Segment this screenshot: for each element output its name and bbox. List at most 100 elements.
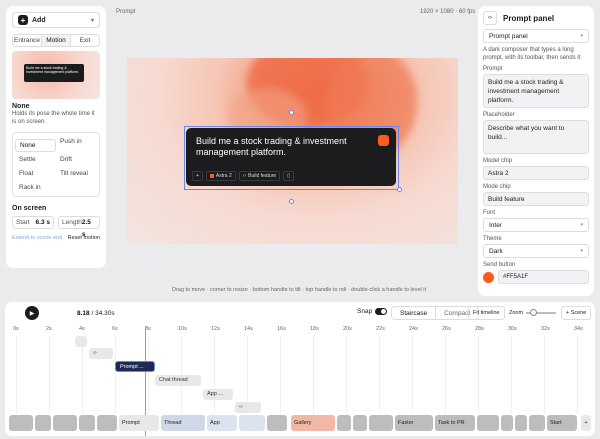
send-button[interactable] bbox=[378, 135, 389, 146]
ruler-tick: 34s bbox=[574, 326, 583, 332]
send-color-input[interactable]: #FF5A1F bbox=[498, 270, 589, 284]
tab-entrance[interactable]: Entrance bbox=[13, 35, 41, 46]
mode-chip[interactable]: ‹› Build feature bbox=[238, 171, 281, 181]
grid-line bbox=[49, 336, 50, 414]
add-scene-plus-icon[interactable]: + bbox=[581, 415, 591, 431]
scene-thumb[interactable] bbox=[79, 415, 95, 431]
scene-app[interactable]: App bbox=[207, 415, 237, 431]
ruler-tick: 28s bbox=[475, 326, 484, 332]
zoom-knob[interactable] bbox=[530, 309, 538, 316]
length-value: 2.5 s bbox=[81, 219, 91, 238]
theme-select[interactable]: Dark ▾ bbox=[483, 244, 589, 258]
extend-link[interactable]: Extend to scene end bbox=[12, 235, 62, 241]
play-button[interactable]: ▶ bbox=[25, 306, 39, 320]
reset-motion-link[interactable]: Reset motion bbox=[68, 235, 100, 241]
model-chip-field-label: Model chip bbox=[483, 158, 513, 164]
type-description: A dark composer that types a long prompt… bbox=[483, 47, 581, 61]
type-select[interactable]: Prompt panel ▾ bbox=[483, 29, 589, 43]
scene-thumb[interactable] bbox=[97, 415, 117, 431]
add-button[interactable]: + Add ▾ bbox=[12, 12, 100, 28]
scene-thumb[interactable] bbox=[337, 415, 351, 431]
clip-chat-label: Chat thread bbox=[159, 377, 188, 383]
timeline-clip[interactable]: ‹› bbox=[235, 402, 261, 413]
color-swatch[interactable] bbox=[483, 271, 494, 283]
tilt-handle[interactable] bbox=[289, 199, 294, 204]
scene-task-to-pr[interactable]: Task to PR bbox=[435, 415, 475, 431]
option-push-in[interactable]: Push in bbox=[56, 135, 97, 148]
option-tilt-reveal[interactable]: Tilt reveal bbox=[56, 167, 97, 180]
mode-staircase[interactable]: Staircase bbox=[392, 307, 437, 319]
grid-line bbox=[379, 336, 380, 414]
length-field[interactable]: Length 2.5 s bbox=[58, 216, 100, 238]
on-screen-heading: On screen bbox=[12, 205, 47, 212]
scene-thread[interactable]: Thread bbox=[161, 415, 205, 431]
scene-thumb[interactable] bbox=[515, 415, 527, 431]
scene-start[interactable]: Start bbox=[547, 415, 577, 431]
prompt-textarea[interactable]: Build me a stock trading & investment ma… bbox=[483, 74, 589, 108]
placeholder-label: Placeholder bbox=[483, 112, 515, 118]
time-ruler[interactable]: 0s 2s 4s 6s 8s 10s 12s 14s 16s 18s 20s 22s 24s 26s 28s… bbox=[5, 324, 595, 336]
code-icon: ‹› bbox=[242, 172, 247, 179]
add-scene-button[interactable]: + Scene bbox=[561, 306, 592, 320]
clip-chat-thread[interactable]: Chat thread bbox=[155, 375, 201, 386]
scene-thumb[interactable] bbox=[529, 415, 545, 431]
toggle-switch[interactable] bbox=[375, 308, 388, 315]
resize-handle[interactable] bbox=[397, 187, 402, 192]
scene-thumb[interactable] bbox=[501, 415, 513, 431]
scene-thumb[interactable] bbox=[477, 415, 499, 431]
option-settle[interactable]: Settle bbox=[15, 153, 56, 166]
ruler-tick: 12s bbox=[211, 326, 220, 332]
mode-chip-field-label: Mode chip bbox=[483, 184, 511, 190]
zoom-slider[interactable] bbox=[526, 309, 557, 316]
scene-thumb[interactable] bbox=[35, 415, 51, 431]
option-none[interactable]: None bbox=[15, 139, 56, 152]
roll-handle[interactable] bbox=[289, 110, 294, 115]
option-drift[interactable]: Drift bbox=[56, 153, 97, 166]
plus-icon[interactable]: + bbox=[192, 171, 203, 181]
composer-text: Build me a stock trading & investment ma… bbox=[196, 136, 347, 157]
ruler-tick: 10s bbox=[178, 326, 187, 332]
ruler-tick: 0s bbox=[13, 326, 19, 332]
scene-faster[interactable]: Faster bbox=[395, 415, 433, 431]
scene-thumb[interactable] bbox=[369, 415, 393, 431]
scene-thumb[interactable] bbox=[239, 415, 265, 431]
font-select[interactable]: Inter ▾ bbox=[483, 218, 589, 232]
chevron-down-icon: ▾ bbox=[580, 222, 583, 228]
chevron-down-icon: ▾ bbox=[580, 248, 583, 254]
selected-motion-desc: Holds its pose the whole time it is on s… bbox=[12, 111, 95, 125]
option-float[interactable]: Float bbox=[15, 167, 56, 180]
grid-line bbox=[214, 336, 215, 414]
prompt-composer[interactable]: Build me a stock trading & investment ma… bbox=[186, 128, 396, 186]
ruler-tick: 22s bbox=[376, 326, 385, 332]
clip-prompt[interactable]: Prompt ... bbox=[115, 361, 155, 372]
tab-motion[interactable]: Motion bbox=[41, 35, 71, 46]
clip-app[interactable]: App ... bbox=[203, 389, 233, 400]
model-chip[interactable]: Astra 2 bbox=[205, 171, 236, 181]
scene-thumb[interactable] bbox=[53, 415, 77, 431]
fit-timeline-button[interactable]: Fit timeline bbox=[468, 306, 505, 320]
start-field[interactable]: Start 6.3 s bbox=[12, 216, 54, 229]
motion-options: None Push in Settle Drift Float Tilt rev… bbox=[12, 132, 100, 197]
timeline-clip[interactable] bbox=[75, 336, 87, 347]
zoom-control[interactable]: Zoom bbox=[509, 309, 557, 316]
model-chip-input[interactable]: Astra 2 bbox=[483, 166, 589, 180]
grid-line bbox=[445, 336, 446, 414]
timeline-clip[interactable]: ‹› bbox=[89, 348, 113, 359]
scene-prompt[interactable]: Prompt bbox=[119, 415, 159, 431]
scene-gallery[interactable]: Gallery bbox=[291, 415, 335, 431]
grid-line bbox=[511, 336, 512, 414]
option-rack-in[interactable]: Rack in bbox=[15, 181, 56, 194]
scene-thumb[interactable] bbox=[9, 415, 33, 431]
code-icon: ‹› bbox=[483, 11, 497, 25]
model-icon bbox=[209, 174, 214, 178]
tab-exit[interactable]: Exit bbox=[71, 35, 99, 46]
ruler-tick: 4s bbox=[79, 326, 85, 332]
grid-line bbox=[148, 336, 149, 414]
file-icon[interactable]: ▯ bbox=[283, 171, 294, 181]
layout-mode-toggle: Staircase Compact bbox=[391, 306, 480, 320]
scene-thumb[interactable] bbox=[353, 415, 367, 431]
mode-chip-input[interactable]: Build feature bbox=[483, 192, 589, 206]
placeholder-textarea[interactable]: Describe what you want to build... bbox=[483, 120, 589, 154]
snap-toggle[interactable]: Snap bbox=[357, 308, 388, 315]
scene-thumb[interactable] bbox=[267, 415, 287, 431]
